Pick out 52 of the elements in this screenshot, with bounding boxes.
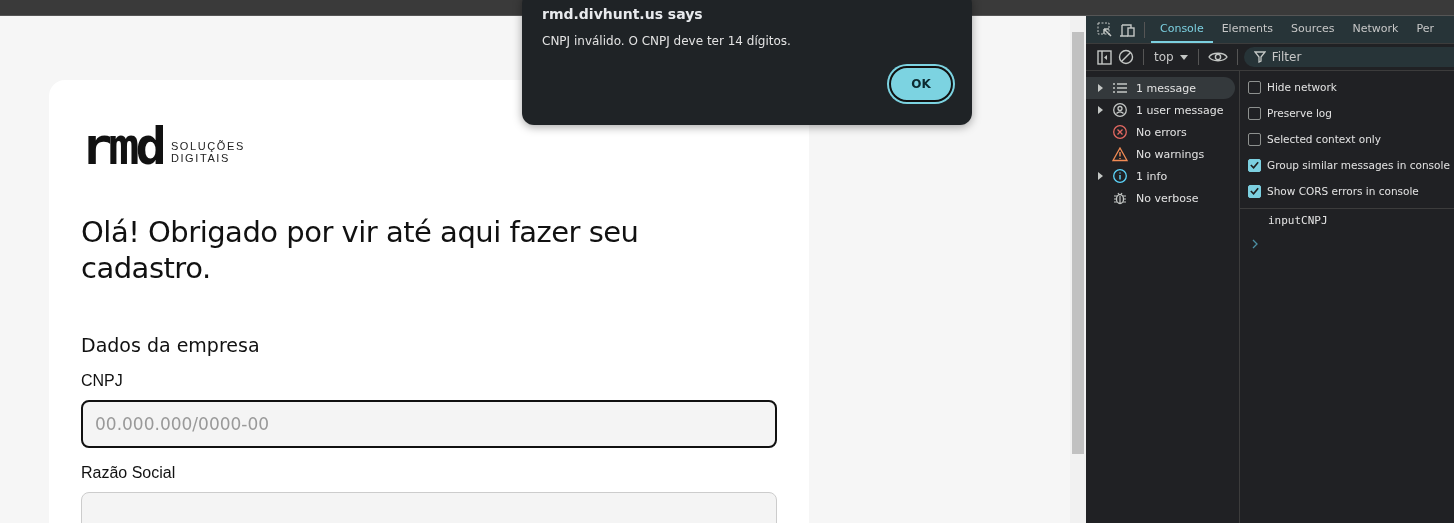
check-icon <box>1249 159 1260 171</box>
inspect-icon <box>1097 21 1113 38</box>
checkbox-label: Preserve log <box>1267 107 1332 119</box>
dialog-title: rmd.divhunt.us says <box>542 6 704 22</box>
devtools-tab[interactable]: Sources <box>1281 16 1344 43</box>
caret-icon <box>1179 54 1188 60</box>
checkbox[interactable] <box>1248 80 1261 94</box>
message-filter-item[interactable]: No verbose <box>1086 187 1235 209</box>
warning-icon <box>1112 146 1128 162</box>
device-toolbar-icon <box>1119 21 1135 38</box>
dialog-message: CNPJ inválido. O CNPJ deve ter 14 dígitos. <box>542 34 792 48</box>
input-field[interactable]: 00.000.000/0000-00 <box>81 400 777 448</box>
message-filter-item[interactable]: No warnings <box>1086 143 1235 165</box>
eye-icon <box>1207 50 1228 64</box>
message-filter-item[interactable]: 1 user message <box>1086 99 1235 121</box>
checkbox-label: Selected context only <box>1267 133 1381 145</box>
filter-icon <box>1253 51 1266 63</box>
devtools-tab[interactable]: Network <box>1343 16 1408 43</box>
devtools-tab[interactable]: Elements <box>1212 16 1282 43</box>
logo-tagline: SOLUÇÕES <box>170 140 245 152</box>
message-filter-item[interactable]: 1 info <box>1086 165 1235 187</box>
bug-icon <box>1112 190 1128 206</box>
clear-console-icon <box>1118 49 1134 65</box>
prompt-icon <box>1252 239 1259 249</box>
ok-button[interactable]: OK <box>889 66 953 102</box>
scrollbar[interactable] <box>1070 16 1086 523</box>
check-icon <box>1249 185 1260 197</box>
message-filter-item[interactable]: No errors <box>1086 121 1235 143</box>
logo-wordmark: rmd <box>81 126 163 166</box>
checkbox[interactable] <box>1248 158 1261 172</box>
section-title: Dados da empresa <box>81 334 261 356</box>
message-filter-item[interactable]: 1 message <box>1086 77 1235 99</box>
info-icon <box>1112 168 1128 184</box>
page-heading: Olá! Obrigado por vir até aqui fazer seu cadastro. <box>81 214 640 286</box>
error-icon <box>1112 124 1128 140</box>
sidebar-toggle-icon <box>1097 49 1112 65</box>
user-icon <box>1112 102 1128 118</box>
checkbox[interactable] <box>1248 184 1261 198</box>
devtools-tab[interactable]: Per <box>1407 16 1443 43</box>
list-icon <box>1112 80 1128 96</box>
checkbox-label: Show CORS errors in console <box>1267 185 1419 197</box>
filter-field[interactable]: Filter <box>1243 47 1454 67</box>
logo-tagline: DIGITAIS <box>170 152 231 164</box>
checkbox[interactable] <box>1248 132 1261 146</box>
scrollbar-thumb[interactable] <box>1072 32 1084 454</box>
checkbox-label: Hide network <box>1267 81 1337 93</box>
checkbox-label: Group similar messages in console <box>1267 159 1450 171</box>
field-label: Razão Social <box>81 464 177 482</box>
field-label: CNPJ <box>81 372 124 390</box>
context-dropdown[interactable]: top <box>1150 50 1192 64</box>
console-output: inputCNPJ <box>1268 214 1329 229</box>
checkbox[interactable] <box>1248 106 1261 120</box>
